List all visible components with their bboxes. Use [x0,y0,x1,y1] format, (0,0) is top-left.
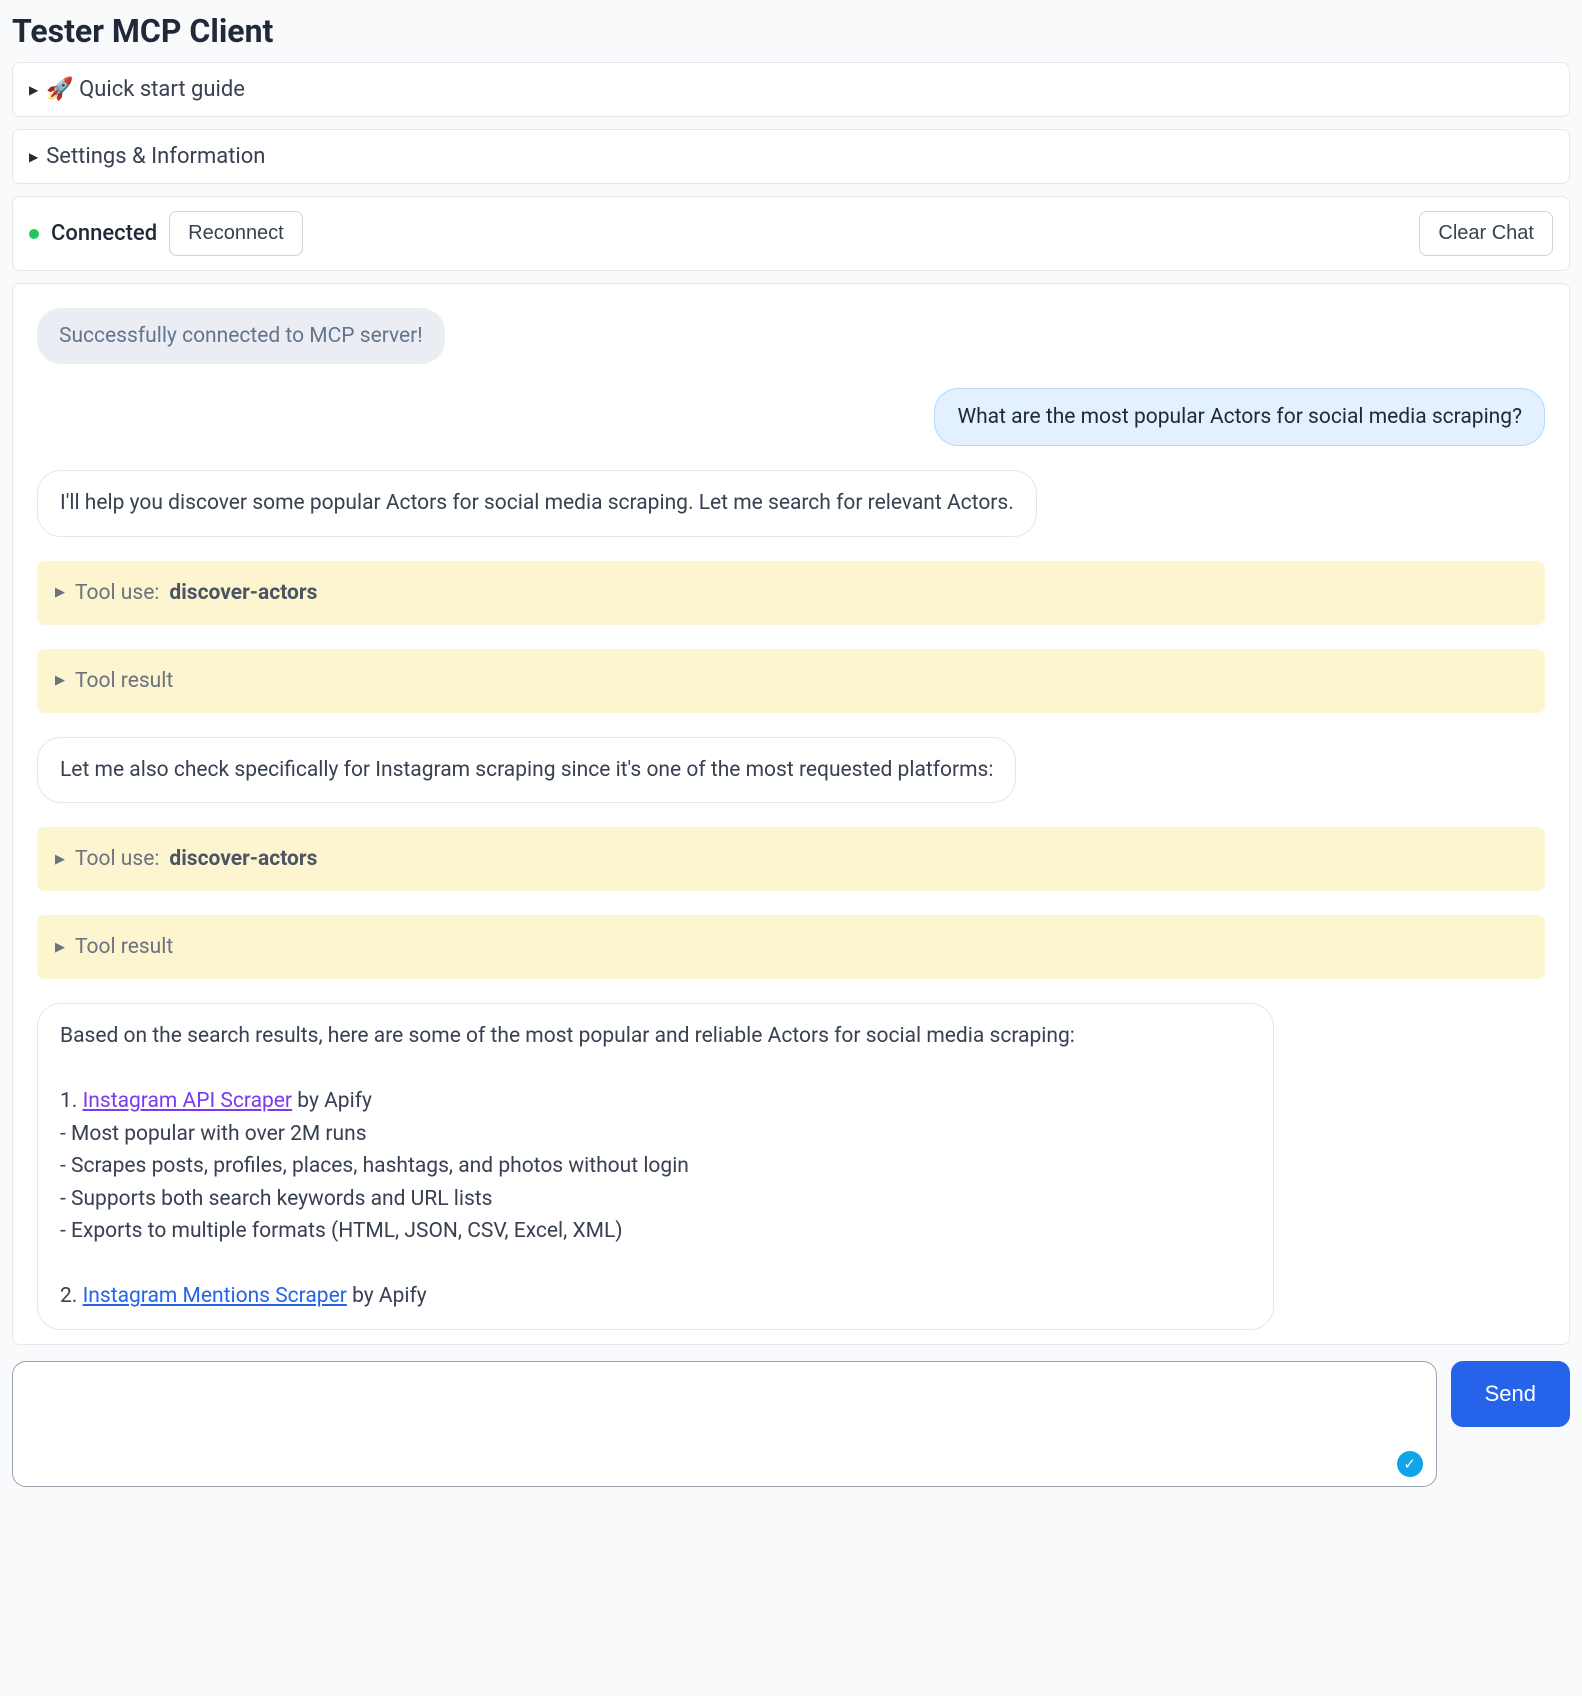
settings-label: Settings & Information [46,144,265,169]
chevron-right-icon: ▶ [55,940,65,955]
tool-use-block[interactable]: ▶ Tool use: discover-actors [37,827,1545,891]
send-button[interactable]: Send [1451,1361,1570,1427]
by-line: by Apify [347,1284,427,1308]
tool-result-block[interactable]: ▶ Tool result [37,649,1545,713]
bullet: - Most popular with over 2M runs [60,1122,367,1146]
status-bar: Connected Reconnect Clear Chat [12,196,1570,271]
assistant-message: Based on the search results, here are so… [37,1003,1274,1330]
tool-result-label: Tool result [75,669,173,693]
chevron-right-icon: ▶ [55,585,65,600]
assistant-message: Let me also check specifically for Insta… [37,737,1016,804]
instagram-api-scraper-link[interactable]: Instagram API Scraper [83,1089,293,1113]
check-icon: ✓ [1397,1451,1423,1477]
tool-name: discover-actors [169,581,317,605]
assistant-message: I'll help you discover some popular Acto… [37,470,1037,537]
status-dot-icon [29,229,39,239]
chevron-right-icon: ▶ [29,83,38,97]
tool-use-prefix: Tool use: [75,581,159,605]
chevron-right-icon: ▶ [55,852,65,867]
quick-start-panel[interactable]: ▶ 🚀 Quick start guide [12,62,1570,117]
tool-result-block[interactable]: ▶ Tool result [37,915,1545,979]
bullet: - Exports to multiple formats (HTML, JSO… [60,1219,623,1243]
clear-chat-button[interactable]: Clear Chat [1419,211,1553,256]
tool-use-prefix: Tool use: [75,847,159,871]
tool-use-block[interactable]: ▶ Tool use: discover-actors [37,561,1545,625]
list-number: 2. [60,1284,83,1308]
tool-result-label: Tool result [75,935,173,959]
list-number: 1. [60,1089,83,1113]
reconnect-button[interactable]: Reconnect [169,211,303,256]
chat-log[interactable]: Successfully connected to MCP server! Wh… [12,283,1570,1345]
assistant-intro: Based on the search results, here are so… [60,1024,1075,1048]
input-row: ✓ Send [12,1361,1570,1491]
settings-panel[interactable]: ▶ Settings & Information [12,129,1570,184]
chevron-right-icon: ▶ [55,673,65,688]
user-message: What are the most popular Actors for soc… [934,388,1545,446]
tool-name: discover-actors [169,847,317,871]
instagram-mentions-scraper-link[interactable]: Instagram Mentions Scraper [83,1284,347,1308]
connection-status: Connected [51,221,157,246]
page-title: Tester MCP Client [12,12,1570,50]
chat-input[interactable] [12,1361,1437,1487]
bullet: - Supports both search keywords and URL … [60,1187,493,1211]
quick-start-label: 🚀 Quick start guide [46,77,245,102]
system-message: Successfully connected to MCP server! [37,308,445,364]
by-line: by Apify [292,1089,372,1113]
chevron-right-icon: ▶ [29,150,38,164]
bullet: - Scrapes posts, profiles, places, hasht… [60,1154,689,1178]
